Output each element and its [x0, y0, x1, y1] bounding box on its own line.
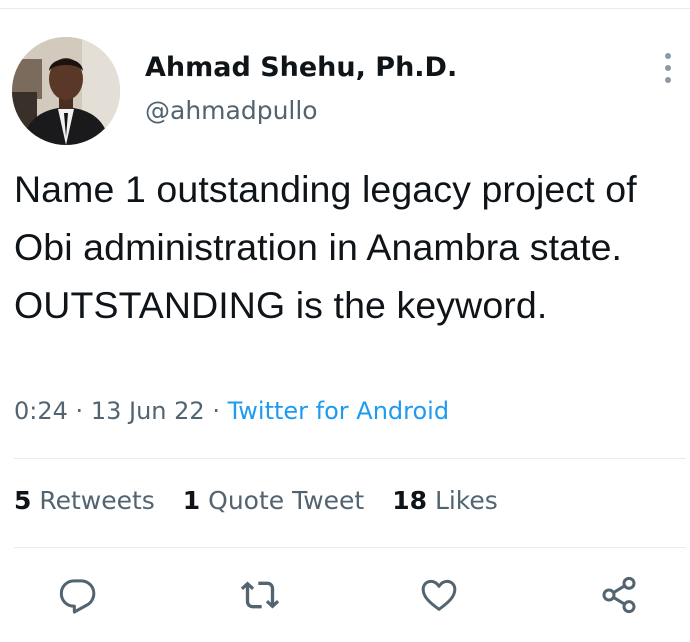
quote-tweets-count: 1 — [182, 486, 201, 515]
top-divider — [0, 8, 690, 9]
retweet-icon — [240, 581, 280, 609]
quote-tweets-label: Quote Tweet — [208, 486, 365, 515]
more-vertical-icon-dot — [665, 77, 671, 83]
meta-separator: · — [212, 397, 220, 425]
tweet-meta: 0:24 · 13 Jun 22 · Twitter for Android — [14, 397, 449, 425]
tweet-date[interactable]: 13 Jun 22 — [91, 397, 205, 425]
likes-count: 18 — [392, 486, 427, 515]
retweets-label: Retweets — [39, 486, 155, 515]
profile-photo-icon — [12, 37, 120, 145]
likes-stat[interactable]: 18 Likes — [392, 486, 498, 515]
tweet-source-link[interactable]: Twitter for Android — [228, 397, 449, 425]
author-display-name[interactable]: Ahmad Shehu, Ph.D. — [145, 52, 457, 83]
retweets-count: 5 — [14, 486, 32, 515]
like-button[interactable] — [417, 573, 461, 617]
quote-tweets-stat[interactable]: 1 Quote Tweet — [183, 486, 364, 515]
share-icon — [602, 576, 636, 614]
avatar[interactable] — [12, 37, 120, 145]
likes-label: Likes — [434, 486, 498, 515]
meta-separator: · — [75, 397, 84, 425]
more-vertical-icon-dot — [665, 65, 671, 71]
retweets-stat[interactable]: 5 Retweets — [14, 486, 155, 515]
divider — [14, 547, 686, 548]
tweet-time[interactable]: 0:24 — [14, 397, 68, 425]
retweet-button[interactable] — [238, 573, 282, 617]
author-handle[interactable]: @ahmadpullo — [145, 96, 318, 125]
more-options-button[interactable] — [654, 51, 682, 85]
more-vertical-icon — [665, 53, 671, 59]
reply-icon — [59, 579, 96, 614]
tweet-stats: 5 Retweets 1 Quote Tweet 18 Likes — [14, 486, 518, 515]
tweet-detail: Ahmad Shehu, Ph.D. @ahmadpullo Name 1 ou… — [0, 0, 690, 642]
divider — [14, 458, 686, 459]
reply-button[interactable] — [56, 573, 100, 617]
share-button[interactable] — [597, 573, 641, 617]
heart-icon — [421, 579, 457, 611]
tweet-text: Name 1 outstanding legacy project of Obi… — [14, 168, 637, 326]
